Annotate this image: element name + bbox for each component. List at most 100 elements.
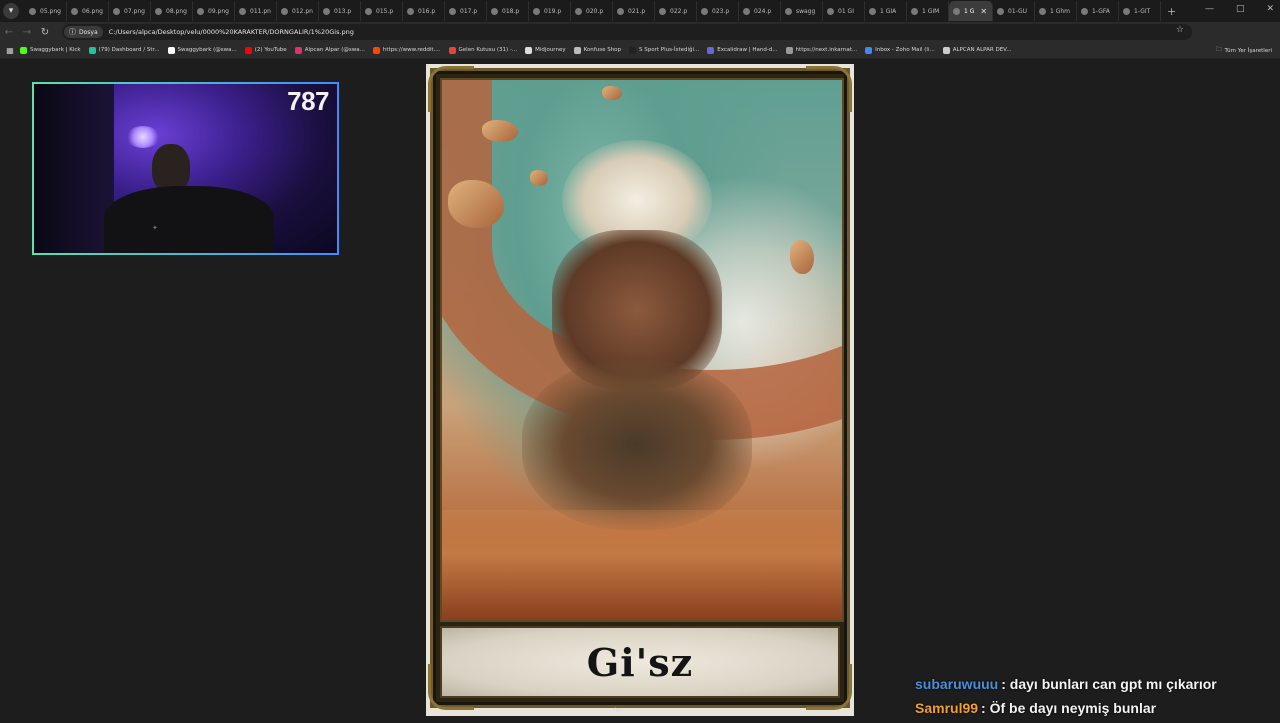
bookmark-favicon-icon [88,46,96,54]
close-window-icon[interactable]: ✕ [1266,4,1274,14]
browser-tab[interactable]: 1 GIM [907,1,949,21]
bookmark-item[interactable]: Swaggybark | Kick [20,46,81,54]
tab-label: 1 Ghm [1050,7,1071,15]
tab-label: swagg [796,7,816,15]
close-tab-icon[interactable]: ✕ [980,7,987,16]
tab-label: 07.png [124,7,145,15]
bookmark-label: Swaggybark | Kick [30,47,81,53]
browser-tab[interactable]: 018.p [487,1,529,21]
browser-tab[interactable]: swagg [781,1,823,21]
browser-tab[interactable]: 012.pn [277,1,319,21]
tab-favicon-icon [449,7,456,15]
browser-tab[interactable]: 1-GFA [1077,1,1119,21]
address-bar[interactable]: ⓘ Dosya C:/Users/alpca/Desktop/velu/0000… [62,24,1192,40]
frame-corner-ornament [806,66,852,112]
tab-favicon-icon [785,7,792,15]
browser-tab[interactable]: 013.p [319,1,361,21]
bookmark-item[interactable]: Konfuse Shop [573,46,622,54]
site-info-chip[interactable]: ⓘ Dosya [64,26,103,38]
browser-tab[interactable]: 1 GIA [865,1,907,21]
browser-tab[interactable]: 01 GI [823,1,865,21]
all-bookmarks[interactable]: 🗀 Tüm Yer İşaretleri [1216,46,1272,55]
chat-message: subaruwuuu: dayı bunları can gpt mı çıka… [915,675,1275,699]
tab-label: 1-GFA [1092,7,1110,15]
tab-favicon-icon [197,7,204,15]
tab-favicon-icon [953,7,960,15]
tab-label: 023.p [712,7,730,15]
forward-icon[interactable]: → [18,27,36,38]
tab-favicon-icon [281,7,288,15]
bookmark-favicon-icon [573,46,581,54]
tab-label: 06.png [82,7,103,15]
browser-tab[interactable]: 06.png [67,1,109,21]
browser-tab[interactable]: 023.p [697,1,739,21]
browser-tab[interactable]: 016.p [403,1,445,21]
bookmark-item[interactable]: Swaggybark (@swa... [167,46,237,54]
browser-tab[interactable]: 1 G ✕ [949,1,993,21]
bookmark-item[interactable]: Gelen Kutusu (31) -... [448,46,517,54]
tab-label: 1 G [964,7,975,15]
bookmark-star-icon[interactable]: ☆ [1176,25,1184,35]
floating-rock [602,86,622,100]
browser-tab[interactable]: 011.pn [235,1,277,21]
browser-tab[interactable]: 07.png [109,1,151,21]
tab-label: 016.p [418,7,436,15]
bookmark-item[interactable]: Alpcan Alpar (@swa... [294,46,365,54]
tab-favicon-icon [239,7,246,15]
url-text[interactable]: C:/Users/alpca/Desktop/velu/0000%20KARAK… [109,28,354,36]
browser-tab[interactable]: 08.png [151,1,193,21]
browser-tab[interactable]: 05.png [25,1,67,21]
bookmark-label: Inbox - Zoho Mail (li... [875,47,935,53]
bookmark-label: Konfuse Shop [583,47,622,53]
tab-label: 1-GIT [1134,7,1151,15]
tab-label: 011.pn [250,7,271,15]
floating-rock [790,240,814,274]
back-icon[interactable]: ← [0,27,18,38]
bookmark-item[interactable]: ALPCAN ALPAR DEV... [942,46,1011,54]
bookmark-item[interactable]: https://www.reddit.... [372,46,441,54]
bookmark-favicon-icon [167,46,175,54]
bookmark-favicon-icon [525,46,533,54]
bookmark-item[interactable]: Inbox - Zoho Mail (li... [865,46,935,54]
bookmark-label: (2) YouTube [254,47,287,53]
browser-tab[interactable]: 1-GIT [1119,1,1161,21]
tab-label: 017.p [460,7,478,15]
browser-tab[interactable]: 09.png [193,1,235,21]
tab-favicon-icon [365,7,372,15]
tab-favicon-icon [701,7,708,15]
browser-toolbar: ← → ↻ ⓘ Dosya C:/Users/alpca/Desktop/vel… [0,22,1280,59]
browser-tab[interactable]: 01-GU [993,1,1035,21]
bookmark-item[interactable]: Excalidraw | Hand-d... [707,46,778,54]
browser-tab[interactable]: 019.p [529,1,571,21]
bookmark-item[interactable]: (79) Dashboard / Str... [88,46,160,54]
browser-tab[interactable]: 021.p [613,1,655,21]
browser-tab[interactable]: 1 Ghm [1035,1,1077,21]
minimize-icon[interactable]: — [1205,4,1214,14]
tab-favicon-icon [29,7,36,15]
new-tab-icon[interactable]: + [1167,5,1176,18]
chat-text: : dayı bunları can gpt mı çıkarıor [1001,676,1217,692]
bookmark-favicon-icon [244,46,252,54]
maximize-icon[interactable]: □ [1236,4,1245,14]
bookmark-item[interactable]: (2) YouTube [244,46,287,54]
reload-icon[interactable]: ↻ [36,27,54,38]
chat-username: Samrul99 [915,700,979,716]
tab-strip: ▾ 05.png 06.png 07.png 08.png 09.png 011.pn 01… [0,0,1280,22]
webcam-lamp-glow [126,126,160,148]
bookmark-item[interactable]: S Sport Plus-İstediği... [629,46,699,54]
browser-tab[interactable]: 017.p [445,1,487,21]
bookmark-item[interactable]: Midjourney [525,46,566,54]
bookmark-item[interactable]: https://next.inkarnat... [785,46,857,54]
tab-search-icon[interactable]: ▾ [3,3,19,19]
browser-tab[interactable]: 015.p [361,1,403,21]
tab-favicon-icon [997,7,1004,15]
tab-label: 024.p [754,7,772,15]
tab-favicon-icon [71,7,78,15]
streamer-head [152,144,190,192]
tab-label: 01 GI [838,7,854,15]
tab-favicon-icon [533,7,540,15]
apps-grid-icon[interactable]: ▦ [0,46,20,55]
browser-tab[interactable]: 024.p [739,1,781,21]
browser-tab[interactable]: 020.p [571,1,613,21]
browser-tab[interactable]: 022.p [655,1,697,21]
